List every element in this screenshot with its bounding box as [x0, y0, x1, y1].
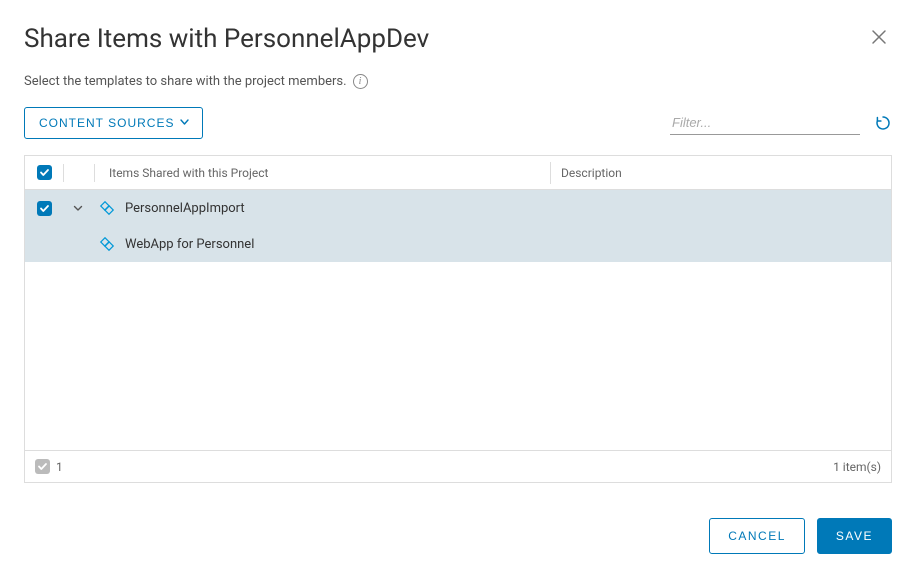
- refresh-icon: [874, 114, 892, 132]
- chevron-down-icon: [73, 205, 83, 212]
- blueprint-icon: [99, 236, 115, 252]
- close-icon: [870, 28, 888, 46]
- content-sources-label: CONTENT SOURCES: [39, 116, 174, 130]
- table-footer: 1 1 item(s): [25, 450, 891, 482]
- close-button[interactable]: [866, 24, 892, 50]
- cancel-button[interactable]: CANCEL: [709, 518, 805, 554]
- save-button[interactable]: SAVE: [817, 518, 892, 554]
- info-icon[interactable]: i: [353, 74, 368, 89]
- column-header-name[interactable]: Items Shared with this Project: [95, 166, 550, 180]
- dialog-subtitle: Select the templates to share with the p…: [24, 74, 347, 89]
- dialog-title: Share Items with PersonnelAppDev: [24, 24, 429, 54]
- expand-toggle[interactable]: [63, 205, 93, 212]
- table-header: Items Shared with this Project Descripti…: [25, 156, 891, 190]
- column-header-description[interactable]: Description: [551, 166, 891, 180]
- table-body: PersonnelAppImport WebApp for Personnel: [25, 190, 891, 450]
- content-sources-dropdown[interactable]: CONTENT SOURCES: [24, 107, 203, 139]
- row-group: PersonnelAppImport WebApp for Personnel: [25, 190, 891, 262]
- select-all-checkbox[interactable]: [37, 165, 52, 180]
- table-row[interactable]: PersonnelAppImport: [25, 190, 891, 226]
- selected-count: 1: [56, 460, 63, 474]
- items-table: Items Shared with this Project Descripti…: [24, 155, 892, 483]
- table-row[interactable]: WebApp for Personnel: [25, 226, 891, 262]
- total-items-label: 1 item(s): [833, 460, 881, 474]
- blueprint-icon: [99, 200, 115, 216]
- refresh-button[interactable]: [874, 114, 892, 132]
- footer-checkbox[interactable]: [35, 459, 50, 474]
- chevron-down-icon: [180, 119, 188, 127]
- item-name: WebApp for Personnel: [121, 237, 551, 252]
- row-checkbox[interactable]: [37, 201, 52, 216]
- filter-input[interactable]: [670, 111, 860, 135]
- item-name: PersonnelAppImport: [121, 201, 551, 216]
